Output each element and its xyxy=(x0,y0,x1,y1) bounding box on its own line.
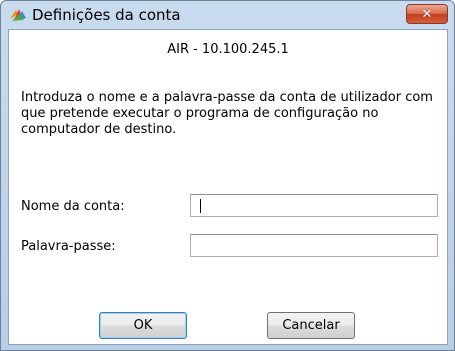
account-name-label: Nome da conta: xyxy=(21,199,125,214)
ok-button[interactable]: OK xyxy=(99,312,187,339)
password-label: Palavra-passe: xyxy=(21,239,116,254)
dialog-body: AIR - 10.100.245.1 Introduza o nome e a … xyxy=(8,29,448,345)
cancel-button[interactable]: Cancelar xyxy=(267,312,355,339)
text-caret xyxy=(200,199,201,213)
avg-logo-icon xyxy=(9,7,27,23)
target-host-label: AIR - 10.100.245.1 xyxy=(167,42,289,57)
instructions-text: Introduza o nome e a palavra-passe da co… xyxy=(21,90,433,137)
dialog-window: Definições da conta ✕ AIR - 10.100.245.1… xyxy=(0,0,455,351)
password-input[interactable] xyxy=(190,234,438,257)
window-title: Definições da conta xyxy=(32,6,181,24)
close-button[interactable]: ✕ xyxy=(406,4,448,24)
account-name-input[interactable] xyxy=(190,194,438,217)
title-bar[interactable]: Definições da conta ✕ xyxy=(1,1,454,29)
close-icon: ✕ xyxy=(421,6,433,22)
